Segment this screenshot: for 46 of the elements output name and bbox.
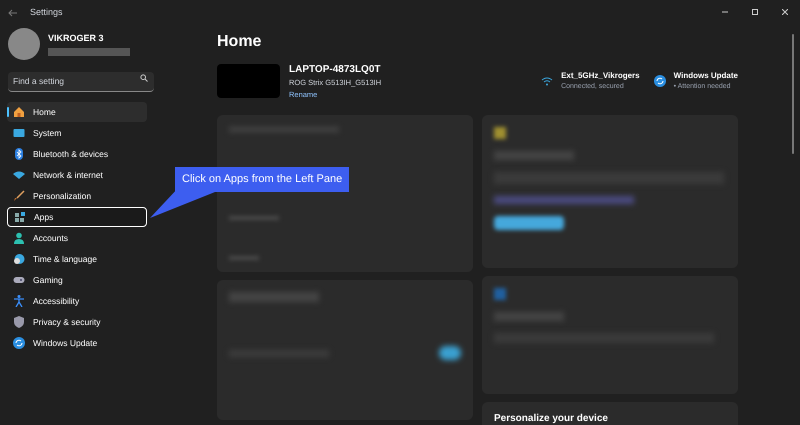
- nav-item[interactable]: Privacy & security: [7, 312, 147, 332]
- device-name: LAPTOP-4873LQ0T: [289, 63, 382, 78]
- status-title: Ext_5GHz_Vikrogers: [561, 70, 640, 82]
- globe-clock-icon: [13, 253, 25, 265]
- shield-icon: [13, 316, 25, 328]
- callout-label: Click on Apps from the Left Pane: [175, 167, 350, 192]
- desktop-thumbnail: [217, 64, 280, 98]
- house-icon: [13, 106, 25, 118]
- nav-item[interactable]: Home: [7, 102, 147, 122]
- close-icon[interactable]: [782, 9, 788, 15]
- page-title: Home: [217, 32, 262, 52]
- monitor-icon: [13, 127, 25, 139]
- nav-item[interactable]: Personalization: [7, 186, 147, 206]
- maximize-icon[interactable]: [752, 9, 758, 15]
- accessibility-icon: [13, 295, 25, 307]
- nav-item[interactable]: Accessibility: [7, 291, 147, 311]
- avatar: [8, 28, 40, 60]
- back-arrow-icon[interactable]: [8, 9, 18, 17]
- nav-item[interactable]: Windows Update: [7, 333, 147, 353]
- wifi-icon: [13, 169, 25, 181]
- card-title: Personalize your device: [494, 413, 608, 424]
- blurred-blob: [439, 346, 461, 360]
- nav-item[interactable]: Network & internet: [7, 165, 147, 185]
- wifi-icon: [541, 75, 554, 87]
- minimize-icon[interactable]: [722, 9, 728, 15]
- bluetooth-icon: [13, 148, 25, 160]
- user-name: VIKROGER 3: [48, 32, 105, 46]
- nav-item[interactable]: Bluetooth & devices: [7, 144, 147, 164]
- selection-indicator: [7, 107, 9, 117]
- nav-item[interactable]: Gaming: [7, 270, 147, 290]
- update-icon: [13, 337, 25, 349]
- scrollbar[interactable]: [792, 34, 794, 154]
- status-title: Windows Update: [674, 70, 738, 82]
- nav-item[interactable]: Accounts: [7, 228, 147, 248]
- search-icon[interactable]: [140, 74, 148, 82]
- brush-icon: [13, 190, 25, 202]
- search-field[interactable]: Find a setting: [8, 72, 154, 92]
- window-title: Settings: [30, 6, 63, 20]
- nav-item[interactable]: Apps: [7, 207, 147, 227]
- apps-grid-icon: [14, 211, 26, 223]
- nav-item[interactable]: Time & language: [7, 249, 147, 269]
- update-icon: [654, 75, 666, 87]
- person-icon: [13, 232, 25, 244]
- blurred-icon: [494, 288, 506, 300]
- nav-item[interactable]: System: [7, 123, 147, 143]
- blurred-icon: [494, 127, 506, 139]
